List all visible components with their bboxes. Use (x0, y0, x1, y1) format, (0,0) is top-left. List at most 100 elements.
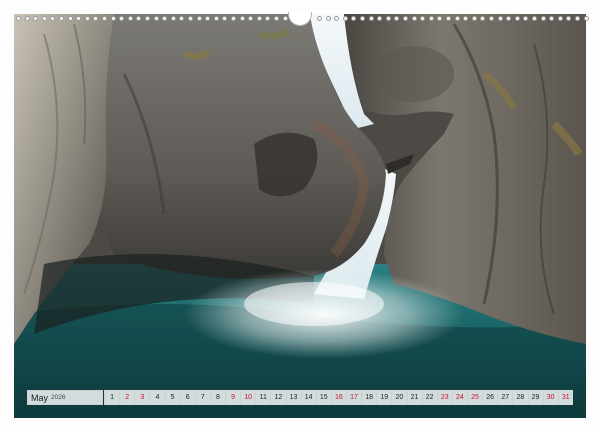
binding-ring (394, 16, 400, 21)
binding-ring (179, 16, 185, 21)
day-cell: 3 (134, 390, 150, 405)
binding-ring (127, 16, 133, 21)
binding-ring (67, 16, 73, 21)
binding-ring (540, 16, 546, 21)
calendar-strip: May 2026 1 2 3 4 5 6 7 8 9 10 11 12 13 14 15 16 17 18 19 20… (27, 390, 573, 405)
binding-ring (575, 16, 580, 21)
binding-ring (102, 16, 107, 21)
binding-ring (119, 16, 125, 21)
binding-ring (463, 16, 469, 21)
binding-ring (566, 16, 572, 21)
binding-ring (110, 16, 116, 21)
day-cell: 30 (542, 390, 558, 405)
day-cell: 5 (164, 390, 180, 405)
day-cell: 10 (240, 390, 256, 405)
day-cell: 26 (482, 390, 498, 405)
binding-ring (497, 16, 503, 21)
month-label: May 2026 (27, 390, 103, 405)
binding-ring (145, 16, 150, 21)
binding-ring (265, 16, 271, 21)
day-cell: 12 (270, 390, 286, 405)
day-cell: 8 (209, 390, 225, 405)
binding-ring (317, 16, 322, 21)
binding-ring (248, 16, 254, 21)
binding-ring (428, 16, 434, 21)
waterfall-photo (14, 14, 586, 418)
day-cell: 25 (467, 390, 483, 405)
day-cell: 2 (119, 390, 135, 405)
binding-ring (162, 16, 168, 21)
day-cell: 22 (421, 390, 437, 405)
binding-ring (50, 16, 56, 21)
binding-ring (523, 16, 529, 21)
day-cell: 20 (391, 390, 407, 405)
binding-ring (471, 16, 477, 21)
binding-ring (342, 16, 348, 21)
binding-ring (583, 16, 589, 21)
binding-ring (256, 16, 262, 21)
binding-ring (446, 16, 451, 21)
binding-ring (480, 16, 486, 21)
binding-ring (377, 16, 383, 21)
binding-ring (239, 16, 245, 21)
binding-ring (437, 16, 443, 21)
day-cell: 1 (104, 390, 120, 405)
binding-ring (325, 16, 331, 21)
binding-ring (76, 16, 82, 21)
binding-ring (454, 16, 460, 21)
day-cell: 7 (194, 390, 210, 405)
day-cell: 18 (361, 390, 377, 405)
binding-ring (196, 16, 202, 21)
day-cell: 15 (315, 390, 331, 405)
binding-ring (420, 16, 426, 21)
binding-ring (59, 16, 64, 21)
binding-ring (84, 16, 90, 21)
day-cell: 23 (436, 390, 452, 405)
calendar-page: May 2026 1 2 3 4 5 6 7 8 9 10 11 12 13 14 15 16 17 18 19 20… (0, 0, 600, 432)
day-cell: 24 (451, 390, 467, 405)
day-cell: 19 (376, 390, 392, 405)
binding-ring (153, 16, 159, 21)
waterfall-illustration (14, 14, 586, 418)
binding-ring (385, 16, 391, 21)
day-cell: 29 (527, 390, 543, 405)
binding-ring (222, 16, 228, 21)
day-cell: 11 (255, 390, 271, 405)
binding-ring (93, 16, 99, 21)
binding-ring (24, 16, 30, 21)
binding-ring (188, 16, 193, 21)
binding-ring (351, 16, 357, 21)
day-cell: 28 (512, 390, 528, 405)
binding-ring (33, 16, 39, 21)
binding-ring (213, 16, 219, 21)
binding-ring (170, 16, 176, 21)
binding-ring (360, 16, 365, 21)
binding-ring (41, 16, 47, 21)
binding-ring (231, 16, 236, 21)
day-cell: 14 (300, 390, 316, 405)
binding-ring (274, 16, 279, 21)
day-cell: 17 (346, 390, 362, 405)
binding-ring (557, 16, 563, 21)
binding-ring (282, 16, 288, 21)
binding-ring (549, 16, 555, 21)
day-cell: 27 (497, 390, 513, 405)
binding-ring (532, 16, 537, 21)
binding-ring (205, 16, 211, 21)
day-cell: 9 (225, 390, 241, 405)
binding-ring (368, 16, 374, 21)
binding-ring (506, 16, 512, 21)
binding-ring (334, 16, 340, 21)
day-cell: 31 (557, 390, 573, 405)
binding-ring (514, 16, 520, 21)
day-cell: 16 (330, 390, 346, 405)
day-cell: 6 (179, 390, 195, 405)
day-cells: 1 2 3 4 5 6 7 8 9 10 11 12 13 14 15 16 17 18 19 20 21 22 23 24 2… (104, 390, 573, 405)
binding-ring (136, 16, 142, 21)
binding-ring (403, 16, 408, 21)
month-name: May (31, 392, 49, 403)
binding-ring (16, 16, 21, 21)
day-cell: 21 (406, 390, 422, 405)
day-cell: 4 (149, 390, 165, 405)
day-cell: 13 (285, 390, 301, 405)
